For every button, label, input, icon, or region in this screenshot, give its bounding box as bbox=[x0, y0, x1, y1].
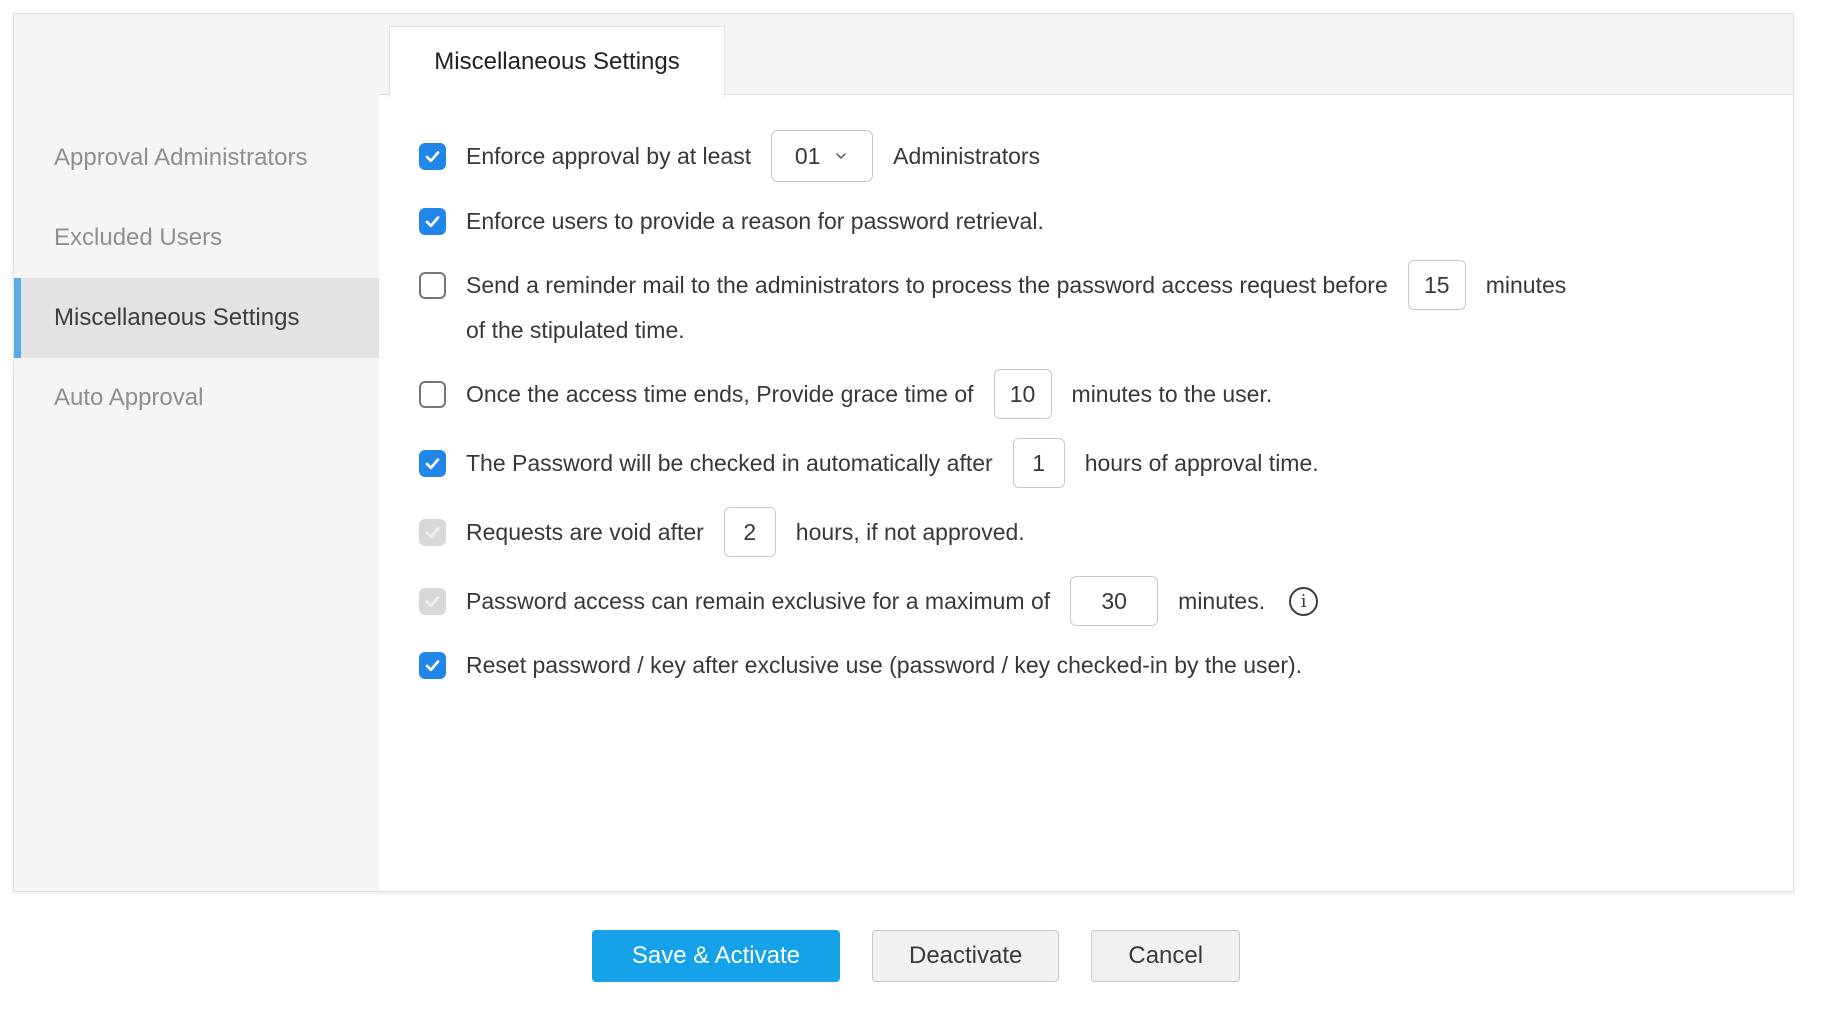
setting-label: minutes bbox=[1486, 265, 1567, 305]
setting-label: Administrators bbox=[893, 136, 1040, 176]
sidebar: Approval Administrators Excluded Users M… bbox=[14, 14, 379, 891]
checkbox-reset-password[interactable] bbox=[419, 652, 446, 679]
setting-label: Enforce approval by at least bbox=[466, 136, 751, 176]
checkbox-grace-time[interactable] bbox=[419, 381, 446, 408]
tab-miscellaneous-settings[interactable]: Miscellaneous Settings bbox=[389, 26, 725, 97]
setting-row-grace-time: Once the access time ends, Provide grace… bbox=[419, 369, 1763, 419]
reminder-minutes-input[interactable] bbox=[1408, 260, 1466, 310]
setting-row-enforce-approval: Enforce approval by at least 01 Administ… bbox=[419, 130, 1763, 182]
setting-label: Enforce users to provide a reason for pa… bbox=[466, 201, 1044, 241]
checkbox-enforce-reason[interactable] bbox=[419, 208, 446, 235]
checkbox-requests-void-disabled bbox=[419, 519, 446, 546]
setting-row-reset-password: Reset password / key after exclusive use… bbox=[419, 645, 1763, 685]
deactivate-button[interactable]: Deactivate bbox=[872, 930, 1059, 982]
sidebar-item-miscellaneous-settings[interactable]: Miscellaneous Settings bbox=[14, 278, 379, 358]
setting-label: hours, if not approved. bbox=[796, 512, 1025, 552]
setting-label: The Password will be checked in automati… bbox=[466, 443, 993, 483]
setting-row-exclusive-access: Password access can remain exclusive for… bbox=[419, 576, 1763, 626]
auto-checkin-hours-input[interactable] bbox=[1013, 438, 1065, 488]
sidebar-item-label: Miscellaneous Settings bbox=[54, 304, 299, 332]
setting-label: hours of approval time. bbox=[1085, 443, 1319, 483]
chevron-down-icon bbox=[833, 148, 849, 164]
exclusive-access-minutes-input[interactable] bbox=[1070, 576, 1158, 626]
sidebar-item-auto-approval[interactable]: Auto Approval bbox=[14, 358, 379, 438]
sidebar-item-label: Approval Administrators bbox=[54, 144, 307, 172]
cancel-button[interactable]: Cancel bbox=[1091, 930, 1240, 982]
save-activate-button[interactable]: Save & Activate bbox=[592, 930, 840, 982]
setting-row-requests-void: Requests are void after hours, if not ap… bbox=[419, 507, 1763, 557]
check-icon bbox=[423, 592, 442, 611]
setting-label: minutes to the user. bbox=[1072, 374, 1273, 414]
setting-label-line2: of the stipulated time. bbox=[466, 310, 1763, 350]
tab-bar: Miscellaneous Settings bbox=[379, 14, 1793, 95]
check-icon bbox=[423, 523, 442, 542]
setting-label: Once the access time ends, Provide grace… bbox=[466, 374, 974, 414]
select-value: 01 bbox=[795, 143, 821, 170]
checkbox-enforce-approval[interactable] bbox=[419, 143, 446, 170]
setting-label: Reset password / key after exclusive use… bbox=[466, 645, 1302, 685]
setting-label: Requests are void after bbox=[466, 512, 704, 552]
checkbox-exclusive-access-disabled bbox=[419, 588, 446, 615]
requests-void-hours-input[interactable] bbox=[724, 507, 776, 557]
setting-row-reminder-mail: Send a reminder mail to the administrato… bbox=[419, 260, 1763, 350]
grace-time-minutes-input[interactable] bbox=[994, 369, 1052, 419]
settings-panel: Approval Administrators Excluded Users M… bbox=[13, 13, 1794, 892]
settings-content: Enforce approval by at least 01 Administ… bbox=[379, 96, 1793, 891]
sidebar-item-label: Excluded Users bbox=[54, 224, 222, 252]
setting-label: minutes. bbox=[1178, 581, 1265, 621]
setting-row-enforce-reason: Enforce users to provide a reason for pa… bbox=[419, 201, 1763, 241]
check-icon bbox=[423, 454, 442, 473]
info-icon[interactable]: i bbox=[1289, 587, 1318, 616]
sidebar-item-approval-administrators[interactable]: Approval Administrators bbox=[14, 118, 379, 198]
footer-actions: Save & Activate Deactivate Cancel bbox=[0, 930, 1832, 982]
check-icon bbox=[423, 212, 442, 231]
checkbox-reminder-mail[interactable] bbox=[419, 272, 446, 299]
sidebar-item-excluded-users[interactable]: Excluded Users bbox=[14, 198, 379, 278]
check-icon bbox=[423, 147, 442, 166]
active-item-indicator-bar bbox=[14, 278, 21, 358]
administrators-count-select[interactable]: 01 bbox=[771, 130, 873, 182]
setting-label: Send a reminder mail to the administrato… bbox=[466, 265, 1388, 305]
check-icon bbox=[423, 656, 442, 675]
setting-label: Password access can remain exclusive for… bbox=[466, 581, 1050, 621]
tab-label: Miscellaneous Settings bbox=[434, 48, 679, 76]
sidebar-item-label: Auto Approval bbox=[54, 384, 203, 412]
setting-row-auto-checkin: The Password will be checked in automati… bbox=[419, 438, 1763, 488]
checkbox-auto-checkin[interactable] bbox=[419, 450, 446, 477]
